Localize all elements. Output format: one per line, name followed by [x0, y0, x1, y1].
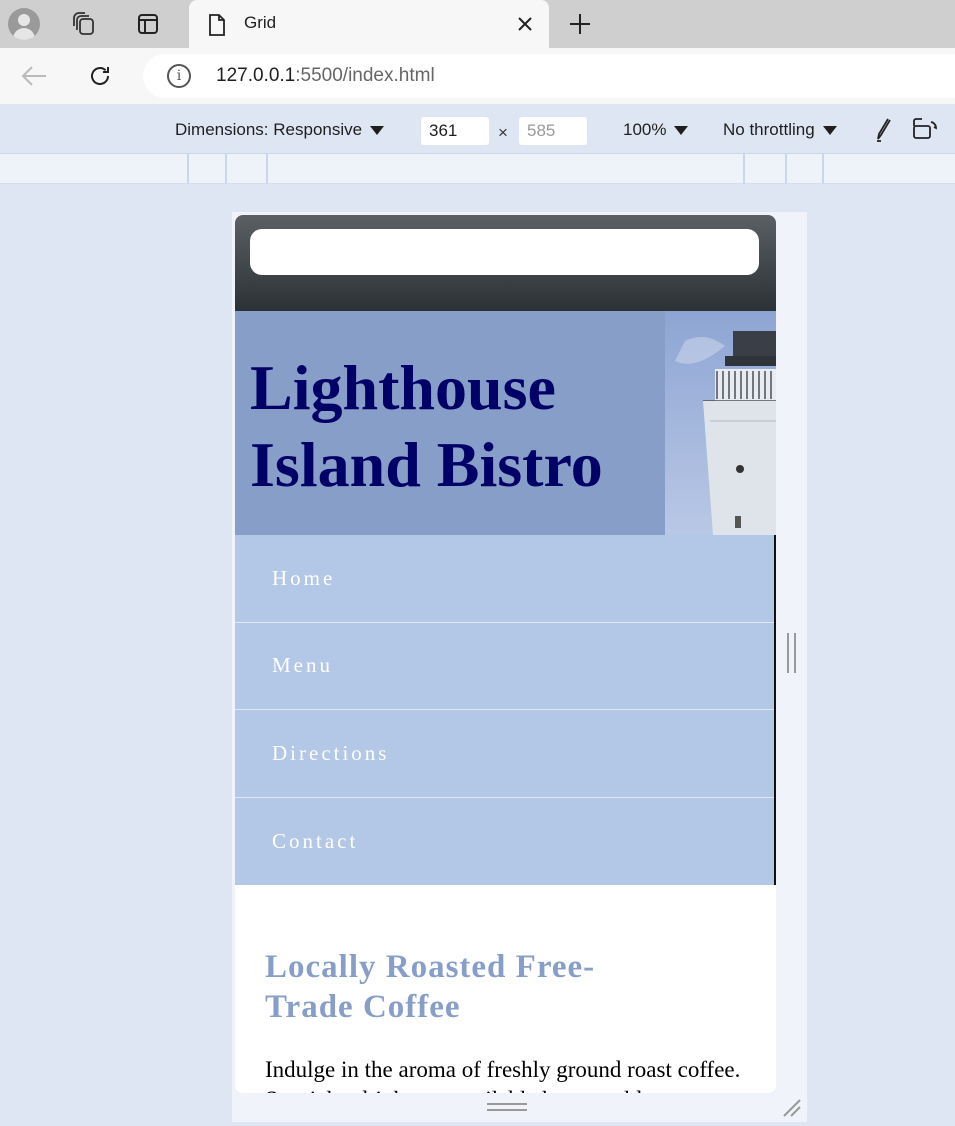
nav-directions[interactable]: Directions — [235, 710, 774, 798]
ruler-marker[interactable] — [187, 154, 189, 184]
zoom-label: 100% — [623, 120, 667, 139]
nav-menu[interactable]: Menu — [235, 623, 774, 710]
throttling-dropdown[interactable]: No throttling — [723, 120, 837, 140]
media-query-ruler — [0, 154, 955, 184]
url-host: 127.0.0.1 — [216, 65, 296, 86]
tab-title: Grid — [244, 13, 277, 32]
lighthouse-image — [665, 311, 776, 535]
workspaces-icon — [73, 12, 94, 35]
width-input[interactable]: 361 — [421, 117, 489, 145]
workspaces-button[interactable] — [64, 4, 104, 44]
site-banner: Lighthouse Island Bistro — [235, 311, 776, 535]
search-input[interactable] — [250, 229, 759, 275]
info-icon[interactable]: i — [167, 64, 191, 88]
profile-button[interactable] — [4, 4, 44, 44]
resize-handle-right[interactable] — [787, 633, 796, 673]
reload-button[interactable] — [80, 56, 120, 96]
page-icon — [209, 14, 225, 36]
back-arrow-icon — [21, 66, 46, 86]
dimensions-label: Dimensions: Responsive — [175, 120, 363, 139]
close-icon — [518, 17, 532, 31]
site-header-bar — [235, 215, 776, 311]
site-nav: Home Menu Directions Contact — [235, 535, 776, 885]
tab-strip: Grid — [0, 0, 955, 48]
new-tab-button[interactable] — [560, 4, 600, 44]
section-heading: Locally Roasted Free-Trade Coffee — [265, 949, 596, 1025]
address-bar[interactable]: i 127.0.0.1:5500/index.html — [143, 54, 955, 98]
emulated-viewport: Lighthouse Island Bistro Home Menu Direc… — [235, 215, 776, 1093]
browser-toolbar: i 127.0.0.1:5500/index.html — [0, 48, 955, 104]
close-tab-button[interactable] — [513, 12, 537, 36]
vertical-tabs-button[interactable] — [128, 4, 168, 44]
site-title: Lighthouse Island Bistro — [250, 352, 603, 500]
ruler-marker[interactable] — [266, 154, 268, 184]
main-content: Locally Roasted Free-Trade Coffee Indulg… — [235, 885, 776, 1093]
plus-icon — [570, 14, 590, 34]
pen-icon[interactable] — [874, 116, 896, 142]
tab-grid[interactable]: Grid — [189, 0, 549, 48]
url-text: 127.0.0.1:5500/index.html — [216, 65, 435, 87]
nav-contact[interactable]: Contact — [235, 798, 774, 886]
resize-corner-icon[interactable] — [782, 1098, 802, 1118]
ruler-marker[interactable] — [743, 154, 745, 184]
ruler-marker[interactable] — [785, 154, 787, 184]
resize-handle-bottom[interactable] — [487, 1103, 527, 1111]
caret-down-icon — [370, 125, 385, 135]
throttling-label: No throttling — [723, 120, 815, 139]
times-sign: × — [498, 123, 508, 142]
caret-down-icon — [674, 125, 689, 135]
height-input[interactable]: 585 — [519, 117, 587, 145]
url-path: :5500/index.html — [295, 65, 435, 86]
back-button[interactable] — [14, 56, 54, 96]
zoom-dropdown[interactable]: 100% — [623, 120, 689, 140]
nav-home[interactable]: Home — [235, 535, 774, 623]
dimensions-dropdown[interactable]: Dimensions: Responsive — [175, 120, 385, 140]
ruler-marker[interactable] — [225, 154, 227, 184]
section-paragraph: Indulge in the aroma of freshly ground r… — [265, 1057, 741, 1093]
profile-icon — [8, 8, 40, 40]
vertical-tabs-icon — [138, 14, 158, 34]
ruler-marker[interactable] — [822, 154, 824, 184]
reload-icon — [91, 67, 109, 85]
rotate-icon[interactable] — [911, 116, 939, 142]
device-toolbar: Dimensions: Responsive 361 × 585 100% No… — [0, 104, 955, 154]
caret-down-icon — [822, 125, 837, 135]
